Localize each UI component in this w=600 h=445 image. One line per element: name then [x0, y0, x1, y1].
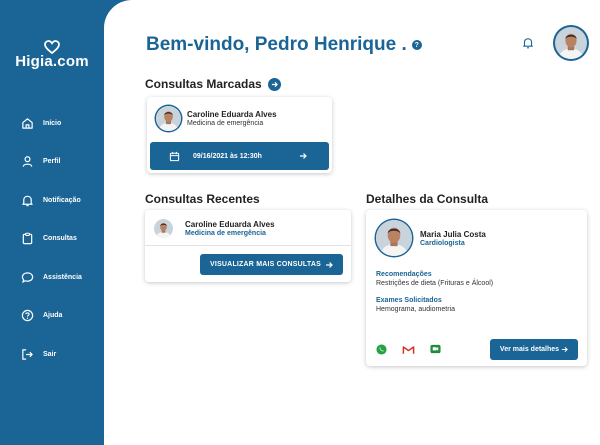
doctor-specialty: Medicina de emergência	[185, 230, 266, 237]
nav-label: Início	[43, 119, 62, 127]
section-title-text: Consultas Recentes	[145, 192, 260, 206]
avatar-image	[555, 27, 587, 59]
divider	[145, 245, 351, 246]
nav-item-notificacao[interactable]: Notificação	[0, 181, 104, 220]
nav-label: Notificação	[43, 196, 81, 204]
help-icon[interactable]: ?	[411, 40, 422, 50]
meet-icon[interactable]	[430, 344, 441, 355]
clipboard-icon	[22, 232, 33, 245]
logo-text: Higia.com	[15, 53, 89, 70]
whatsapp-icon[interactable]	[376, 344, 387, 355]
scheduled-appointment-card: Caroline Eduarda Alves Medicina de emerg…	[147, 97, 332, 173]
nav-label: Assistência	[43, 273, 82, 281]
doctor-avatar	[156, 106, 181, 131]
doctor-avatar	[376, 220, 412, 256]
nav-label: Ajuda	[43, 312, 63, 320]
section-title-text: Consultas Marcadas	[145, 77, 262, 91]
arrow-right-icon	[325, 261, 333, 268]
recommendations-label: Recomendações	[376, 271, 432, 278]
details-section-title: Detalhes da Consulta	[366, 192, 488, 206]
recent-section-title: Consultas Recentes	[145, 192, 260, 206]
recommendations-text: Restrições de dieta (Frituras e Álcool)	[376, 280, 494, 287]
scheduled-section-title: Consultas Marcadas	[145, 77, 281, 91]
sidebar: Higia.com Início Perfil Notificação Cons…	[0, 0, 104, 445]
logo[interactable]: Higia.com	[0, 40, 104, 70]
nav-label: Sair	[43, 350, 57, 358]
recent-appointments-card: Caroline Eduarda Alves Medicina de emerg…	[145, 210, 351, 282]
page-title: Bem-vindo, Pedro Henrique .	[146, 34, 407, 55]
help-icon	[21, 310, 34, 322]
page-header: Bem-vindo, Pedro Henrique . ?	[146, 34, 422, 56]
contact-icons	[376, 344, 441, 355]
exams-text: Hemograma, audiometria	[376, 306, 455, 313]
bell-icon	[22, 195, 33, 206]
home-icon	[22, 118, 33, 129]
gmail-icon[interactable]	[402, 345, 415, 355]
appointment-datetime: 09/16/2021 às 12:30h	[193, 152, 262, 160]
arrow-right-icon[interactable]	[267, 77, 281, 91]
sidebar-nav: Início Perfil Notificação Consultas Assi…	[0, 104, 104, 374]
doctor-specialty: Medicina de emergência	[187, 120, 264, 127]
nav-item-ajuda[interactable]: Ajuda	[0, 297, 104, 336]
main-content: Bem-vindo, Pedro Henrique . ? Consultas …	[104, 0, 600, 445]
heart-logo-icon	[44, 40, 60, 54]
recommendations-block: Recomendações Restrições de dieta (Fritu…	[376, 271, 493, 287]
nav-label: Perfil	[43, 158, 61, 166]
calendar-icon	[169, 151, 180, 161]
nav-item-sair[interactable]: Sair	[0, 335, 104, 374]
button-label: VISUALIZAR MAIS CONSULTAS	[210, 261, 321, 268]
nav-item-inicio[interactable]: Início	[0, 104, 104, 143]
logout-icon	[22, 349, 33, 360]
nav-label: Consultas	[43, 235, 77, 243]
exams-block: Exames Solicitados Hemograma, audiometri…	[376, 297, 455, 313]
arrow-right-icon	[300, 153, 307, 159]
details-doctor-info: Maria Julia Costa Cardiologista	[376, 220, 486, 256]
user-avatar[interactable]	[553, 25, 589, 61]
doctor-name: Caroline Eduarda Alves	[185, 220, 275, 229]
nav-item-assistencia[interactable]: Assistência	[0, 258, 104, 297]
button-label: Ver mais detalhes	[499, 346, 560, 353]
chat-icon	[21, 272, 34, 283]
user-icon	[22, 156, 33, 168]
view-more-appointments-button[interactable]: VISUALIZAR MAIS CONSULTAS	[200, 254, 343, 275]
section-title-text: Detalhes da Consulta	[366, 192, 489, 206]
recent-doctor-info[interactable]: Caroline Eduarda Alves Medicina de emerg…	[154, 219, 275, 238]
nav-item-perfil[interactable]: Perfil	[0, 143, 104, 182]
arrow-right-icon	[561, 346, 568, 353]
doctor-name: Maria Julia Costa	[420, 229, 486, 239]
view-more-details-button[interactable]: Ver mais detalhes	[490, 339, 578, 360]
doctor-name: Caroline Eduarda Alves	[187, 110, 277, 119]
exams-label: Exames Solicitados	[376, 297, 442, 304]
doctor-specialty: Cardiologista	[420, 239, 465, 247]
doctor-avatar	[154, 219, 173, 238]
doctor-info: Caroline Eduarda Alves Medicina de emerg…	[156, 106, 277, 131]
nav-item-consultas[interactable]: Consultas	[0, 220, 104, 259]
appointment-date-button[interactable]: 09/16/2021 às 12:30h	[150, 142, 329, 170]
appointment-details-card: Maria Julia Costa Cardiologista Recomend…	[366, 210, 587, 366]
notification-bell-icon[interactable]	[523, 37, 533, 49]
